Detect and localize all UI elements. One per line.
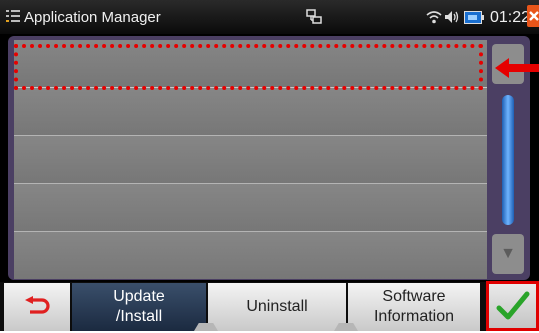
tab-update-install[interactable]: Update /Install	[72, 283, 206, 331]
list-item-selected[interactable]	[14, 40, 487, 88]
speaker-icon	[445, 11, 459, 23]
scroll-down-button[interactable]: ▼	[492, 234, 524, 274]
network-icon	[306, 9, 322, 24]
tab-uninstall[interactable]: Uninstall	[194, 283, 346, 331]
list-item[interactable]	[14, 136, 487, 184]
clock-time: 01:22	[490, 9, 531, 26]
tab-uninstall-label: Uninstall	[246, 298, 308, 315]
app-list-icon	[6, 10, 20, 22]
status-bar: Application Manager 01:22	[0, 0, 539, 34]
window-title: Application Manager	[24, 9, 161, 26]
close-icon[interactable]	[527, 5, 539, 27]
scroll-thumb[interactable]	[502, 95, 514, 225]
left-arrow-icon	[495, 58, 539, 78]
wifi-icon	[426, 11, 442, 24]
back-arrow-icon	[25, 296, 50, 314]
list-item[interactable]	[14, 184, 487, 232]
battery-icon	[464, 11, 484, 24]
list-item[interactable]	[14, 88, 487, 136]
back-button[interactable]	[4, 283, 70, 331]
tab-software-information[interactable]: Software Information	[334, 283, 480, 331]
list-item[interactable]	[14, 232, 487, 279]
confirm-button[interactable]	[486, 281, 539, 331]
device-screen: Application Manager 01:22 ▼ Update /Inst…	[0, 0, 539, 331]
checkmark-icon	[496, 291, 530, 320]
tab-update-install-label: Update /Install	[113, 288, 165, 325]
tab-software-information-label: Software Information	[373, 288, 455, 325]
application-list	[14, 40, 487, 279]
